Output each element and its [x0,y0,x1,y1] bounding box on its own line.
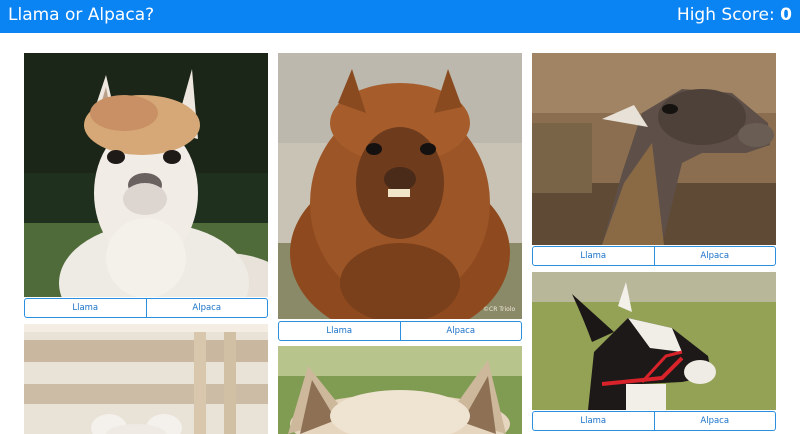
answer-buttons: Llama Alpaca [24,298,268,318]
high-score: High Score: 0 [677,5,792,25]
high-score-label: High Score: [676,5,775,25]
high-score-value: 0 [780,5,792,25]
llama-button[interactable]: Llama [533,412,654,430]
app-title: Llama or Alpaca? [8,5,155,25]
animal-photo [532,53,776,245]
answer-buttons: Llama Alpaca [532,411,776,431]
alpaca-button[interactable]: Alpaca [399,322,522,340]
alpaca-button[interactable]: Alpaca [145,299,268,317]
llama-button[interactable]: Llama [533,247,654,265]
animal-photo: ©CR Triolo [278,53,522,319]
animal-photo [24,324,268,434]
animal-photo [278,346,522,434]
alpaca-button[interactable]: Alpaca [653,247,776,265]
answer-buttons: Llama Alpaca [532,246,776,266]
answer-buttons: Llama Alpaca [278,321,522,341]
animal-photo [24,53,268,297]
llama-button[interactable]: Llama [25,299,146,317]
alpaca-button[interactable]: Alpaca [653,412,776,430]
animal-photo [532,272,776,410]
llama-button[interactable]: Llama [279,322,400,340]
top-navbar: Llama or Alpaca? High Score: 0 [0,0,800,33]
photo-watermark: ©CR Triolo [483,306,516,313]
